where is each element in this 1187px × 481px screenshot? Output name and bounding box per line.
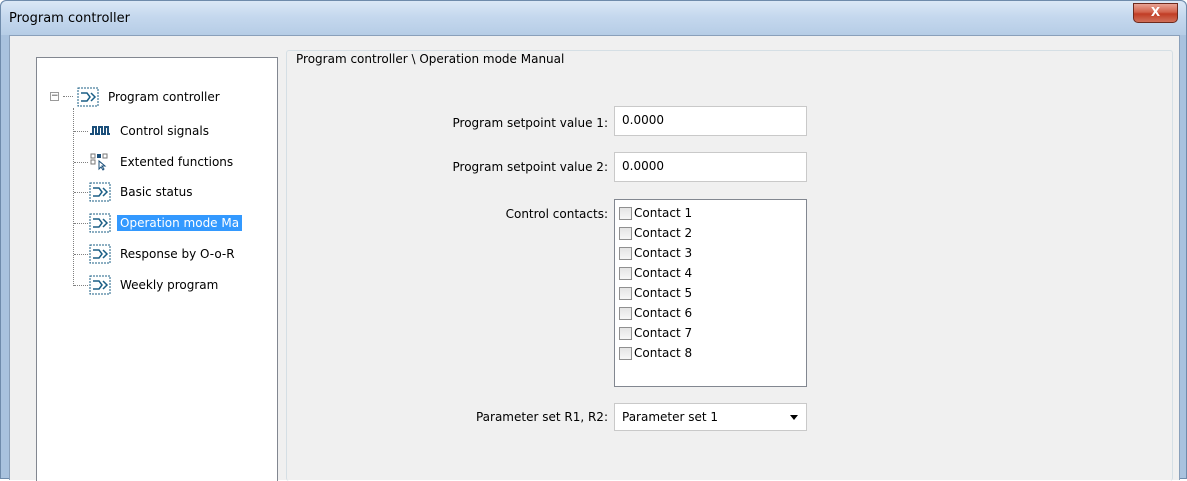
tree-item-label: Program controller <box>108 90 220 104</box>
contact-item[interactable]: Contact 1 <box>619 203 692 223</box>
program-controller-window: Program controller X − Program controlle… <box>0 0 1187 481</box>
program-controller-icon <box>89 244 111 264</box>
tree-item-basic-status[interactable]: Basic status <box>89 181 195 203</box>
contact-checkbox[interactable] <box>619 346 632 360</box>
contact-checkbox[interactable] <box>619 286 632 300</box>
contact-checkbox[interactable] <box>619 246 632 260</box>
tree-item-label: Weekly program <box>120 278 219 292</box>
tree-item-extended-functions[interactable]: Extented functions <box>89 151 236 173</box>
contact-label: Contact 8 <box>634 346 693 360</box>
extended-functions-icon <box>90 153 108 171</box>
tree-item-label: Extented functions <box>120 155 234 169</box>
close-button[interactable]: X <box>1133 3 1178 23</box>
contact-label: Contact 1 <box>634 206 693 220</box>
setpoint1-input[interactable]: 0.0000 <box>614 106 807 136</box>
collapse-toggle-icon[interactable]: − <box>50 92 59 101</box>
program-controller-icon <box>89 275 111 295</box>
parameter-set-select[interactable]: Parameter set 1 <box>614 403 807 431</box>
tree-item-label: Control signals <box>120 124 209 138</box>
tree-item-label: Operation mode Ma <box>117 215 243 231</box>
contact-label: Contact 5 <box>634 286 693 300</box>
group-title: Program controller \ Operation mode Manu… <box>294 52 567 66</box>
parameter-set-value: Parameter set 1 <box>622 410 719 424</box>
contact-item[interactable]: Contact 2 <box>619 223 692 243</box>
contact-checkbox[interactable] <box>619 306 632 320</box>
contact-item[interactable]: Contact 4 <box>619 263 692 283</box>
setpoint1-label: Program setpoint value 1: <box>452 116 608 130</box>
setpoint2-label: Program setpoint value 2: <box>452 160 608 174</box>
setpoint2-input[interactable]: 0.0000 <box>614 152 807 182</box>
tree-item-program-controller[interactable]: Program controller <box>77 86 223 108</box>
title-bar[interactable]: Program controller X <box>1 1 1186 35</box>
program-controller-icon <box>89 213 111 233</box>
contact-label: Contact 4 <box>634 266 693 280</box>
contact-item[interactable]: Contact 8 <box>619 343 692 363</box>
contact-checkbox[interactable] <box>619 226 632 240</box>
contact-label: Contact 3 <box>634 246 693 260</box>
contact-item[interactable]: Contact 6 <box>619 303 692 323</box>
client-area: − Program controller Control signals Ext… <box>9 35 1180 481</box>
contact-checkbox[interactable] <box>619 326 632 340</box>
contact-label: Contact 2 <box>634 226 693 240</box>
tree-item-weekly-program[interactable]: Weekly program <box>89 274 221 296</box>
tree-item-operation-mode-manual[interactable]: Operation mode Ma <box>89 212 243 234</box>
contact-checkbox[interactable] <box>619 266 632 280</box>
contact-item[interactable]: Contact 3 <box>619 243 692 263</box>
tree-item-control-signals[interactable]: Control signals <box>89 120 212 142</box>
dropdown-arrow-icon <box>790 415 798 420</box>
signal-pulse-icon <box>90 126 110 135</box>
contact-label: Contact 6 <box>634 306 693 320</box>
window-title: Program controller <box>9 11 130 26</box>
control-contacts-list[interactable]: Contact 1 Contact 2 Contact 3 Contact 4 … <box>614 199 807 387</box>
program-controller-icon <box>89 182 111 202</box>
navigation-tree[interactable]: − Program controller Control signals Ext… <box>36 57 278 481</box>
tree-item-response-by-oor[interactable]: Response by O-o-R <box>89 243 238 265</box>
tree-item-label: Response by O-o-R <box>120 247 235 261</box>
program-controller-icon <box>77 87 99 107</box>
tree-item-label: Basic status <box>120 185 193 199</box>
contact-checkbox[interactable] <box>619 206 632 220</box>
contact-item[interactable]: Contact 7 <box>619 323 692 343</box>
contact-label: Contact 7 <box>634 326 693 340</box>
contact-item[interactable]: Contact 5 <box>619 283 692 303</box>
close-icon: X <box>1150 5 1161 19</box>
parameter-set-label: Parameter set R1, R2: <box>475 410 608 424</box>
control-contacts-label: Control contacts: <box>505 207 608 221</box>
